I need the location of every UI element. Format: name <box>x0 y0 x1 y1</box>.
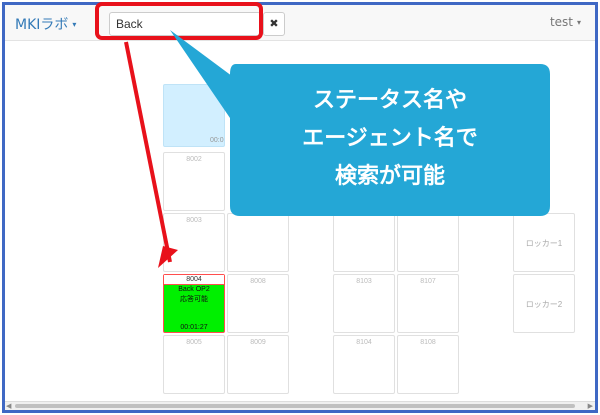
navbar: MKIラボ▾ ✖ test▾ <box>5 5 595 41</box>
locker-cell-1[interactable]: ロッカー1 <box>513 213 575 272</box>
brand-menu[interactable]: MKIラボ ▾ <box>15 14 76 34</box>
search-input[interactable] <box>109 12 261 36</box>
seat-cell-selected[interactable]: 00:0 <box>163 84 225 147</box>
seat-cell-8005[interactable]: 8005 <box>163 335 225 394</box>
seat-cell-8008[interactable]: 8008 <box>227 274 289 333</box>
locker-label: ロッカー1 <box>525 239 563 248</box>
app-window: MKIラボ▾ ✖ test▾ 00:0 8002 8003 8004 Back … <box>2 2 598 413</box>
seat-timer: 00:01:27 <box>180 324 208 331</box>
seat-label: 8005 <box>186 339 202 346</box>
seat-label: 8107 <box>420 278 436 285</box>
seat-cell-8004[interactable]: 8004 Back OP2 応答可能 00:01:27 <box>163 274 225 333</box>
scroll-right-icon[interactable]: ▶ <box>588 402 593 410</box>
seat-cell-empty[interactable] <box>227 213 289 272</box>
user-label: test <box>549 15 573 29</box>
seat-cell-8108[interactable]: 8108 <box>397 335 459 394</box>
horizontal-scrollbar[interactable]: ◀ ▶ <box>5 401 595 410</box>
seat-cell-8107[interactable]: 8107 <box>397 274 459 333</box>
seat-label: 8008 <box>250 278 266 285</box>
seat-label: 8003 <box>186 217 202 224</box>
scroll-left-icon[interactable]: ◀ <box>6 402 11 410</box>
close-icon: ✖ <box>269 17 279 30</box>
seat-cell-empty[interactable] <box>397 213 459 272</box>
brand-label: MKIラボ <box>15 17 69 33</box>
seat-cell-8003[interactable]: 8003 <box>163 213 225 272</box>
seat-agent-name: Back OP2 <box>178 286 210 293</box>
clear-search-button[interactable]: ✖ <box>263 12 285 36</box>
locker-label: ロッカー2 <box>525 300 563 309</box>
caret-down-icon: ▾ <box>72 20 77 29</box>
seat-cell-8104[interactable]: 8104 <box>333 335 395 394</box>
seat-label: 8002 <box>186 156 202 163</box>
seat-label: 8103 <box>356 278 372 285</box>
seat-cell-8002[interactable]: 8002 <box>163 152 225 211</box>
seat-label: 8004 <box>164 275 224 285</box>
seat-cell-8103[interactable]: 8103 <box>333 274 395 333</box>
seat-cell-empty[interactable] <box>333 213 395 272</box>
caret-down-icon: ▾ <box>576 18 581 27</box>
seat-label: 8104 <box>356 339 372 346</box>
scrollbar-thumb[interactable] <box>15 404 575 408</box>
user-menu[interactable]: test ▾ <box>550 15 581 29</box>
seat-status: 応答可能 <box>180 296 208 303</box>
seat-timer: 00:0 <box>210 137 224 144</box>
locker-cell-2[interactable]: ロッカー2 <box>513 274 575 333</box>
seat-label: 8009 <box>250 339 266 346</box>
seat-label: 8108 <box>420 339 436 346</box>
seat-cell-8009[interactable]: 8009 <box>227 335 289 394</box>
